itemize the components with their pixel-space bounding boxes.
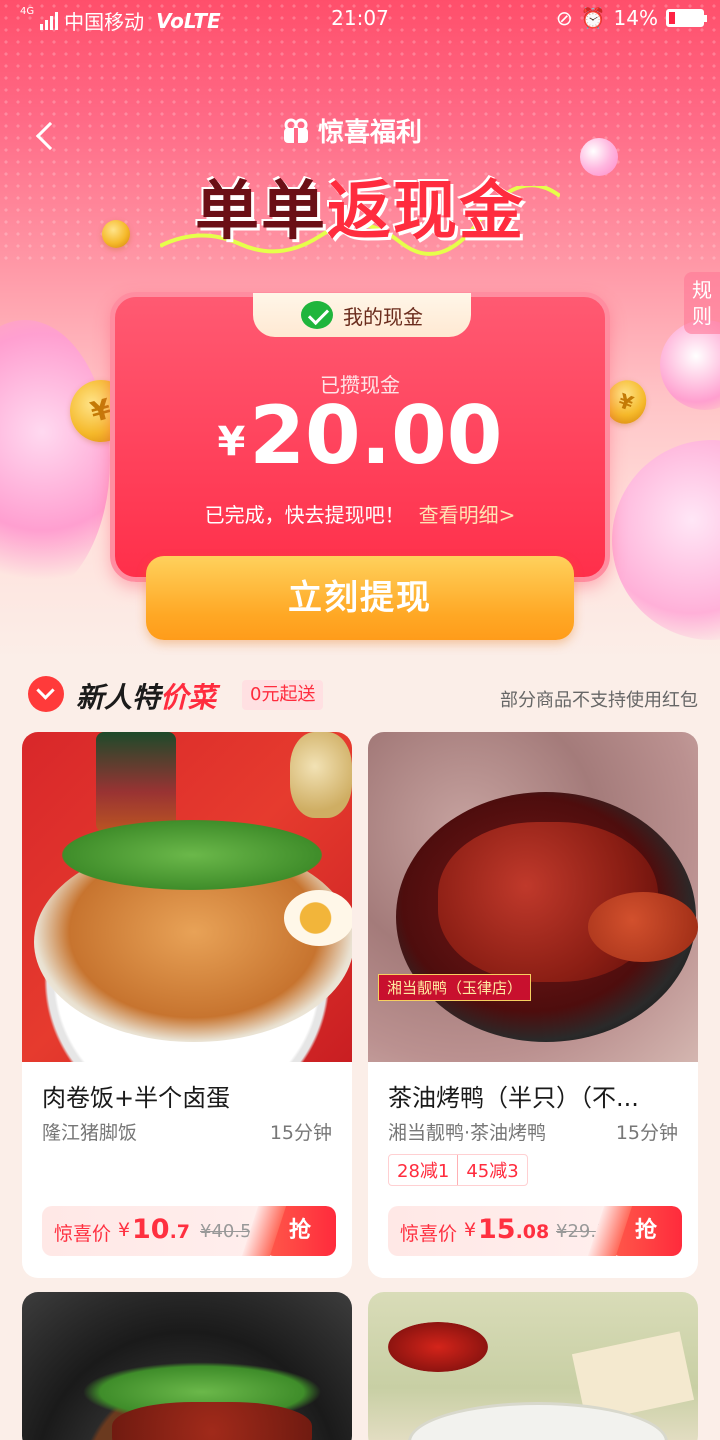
shop-name: 隆江猪脚饭 xyxy=(42,1122,138,1144)
product-image xyxy=(22,732,352,1062)
original-price: ¥40.5 xyxy=(200,1221,252,1242)
min-order-badge: 0元起送 xyxy=(242,680,324,710)
currency-symbol: ¥ xyxy=(118,1219,131,1241)
product-name: 茶油烤鸭（半只）（不... xyxy=(388,1084,639,1112)
price-label: 惊喜价 xyxy=(400,1223,458,1245)
product-card[interactable]: 湘当靓鸭（玉律店） 茶油烤鸭（半只）（不... 湘当靓鸭·茶油烤鸭 15分钟 2… xyxy=(368,732,698,1278)
discount-tag: 45减3 xyxy=(457,1155,526,1185)
section-title: 新人特价菜 xyxy=(76,676,216,716)
gift-icon xyxy=(282,118,310,144)
cash-amount-value: 20.00 xyxy=(249,389,503,482)
delivery-time: 15分钟 xyxy=(615,1122,678,1144)
wechat-pay-icon xyxy=(301,301,333,329)
section-title-a: 新人特 xyxy=(76,681,161,714)
cash-status-text: 已完成，快去提现吧！ xyxy=(204,503,405,527)
back-arrow-icon xyxy=(35,121,65,151)
grab-label: 抢 xyxy=(634,1218,657,1243)
price-label: 惊喜价 xyxy=(54,1223,112,1245)
price-bar: 惊喜价 ¥ 15.08 ¥29.5 抢 xyxy=(388,1206,682,1256)
product-card[interactable] xyxy=(368,1292,698,1440)
product-image xyxy=(22,1292,352,1440)
product-name: 肉卷饭+半个卤蛋 xyxy=(42,1084,231,1112)
battery-percent: 14% xyxy=(613,6,658,30)
discount-tags: 28减1 45减3 xyxy=(388,1154,528,1186)
price-value: 10.7 xyxy=(132,1214,190,1245)
delivery-time: 15分钟 xyxy=(269,1122,332,1144)
price-dec: .08 xyxy=(515,1221,550,1243)
decor-bubble xyxy=(612,440,720,640)
shop-name: 湘当靓鸭·茶油烤鸭 xyxy=(388,1122,547,1144)
chili-sauce xyxy=(388,1322,488,1372)
rules-button[interactable]: 规则 xyxy=(684,272,720,334)
headline-part1: 单单 xyxy=(195,175,327,249)
grab-label: 抢 xyxy=(288,1218,311,1243)
section-title-b: 价菜 xyxy=(160,681,217,714)
product-image xyxy=(368,1292,698,1440)
decor-ornament xyxy=(290,732,352,818)
price-int: 10 xyxy=(132,1214,170,1245)
price-int: 15 xyxy=(478,1214,516,1245)
withdraw-button[interactable]: 立刻提现 xyxy=(146,556,574,640)
alarm-icon: ⏰ xyxy=(580,6,606,30)
price-dec: .7 xyxy=(169,1221,191,1243)
coin-icon xyxy=(102,220,130,248)
currency-symbol: ¥ xyxy=(217,419,246,465)
section-header: 新人特价菜 0元起送 部分商品不支持使用红包 xyxy=(28,674,698,714)
brand-title: 惊喜福利 xyxy=(282,112,422,149)
section-note: 部分商品不支持使用红包 xyxy=(500,690,698,711)
braised-meat xyxy=(112,1402,312,1440)
grab-button[interactable]: 抢 xyxy=(610,1206,682,1256)
battery-icon xyxy=(666,9,707,27)
discount-tag: 28减1 xyxy=(397,1161,450,1182)
product-image: 湘当靓鸭（玉律店） xyxy=(368,732,698,1062)
view-details-link[interactable]: 查看明细> xyxy=(419,503,516,527)
duck-leg xyxy=(588,892,698,962)
price-bar: 惊喜价 ¥ 10.7 ¥40.5 抢 xyxy=(42,1206,336,1256)
decor-bubble xyxy=(0,320,110,600)
download-badge-icon xyxy=(28,676,64,712)
status-bar: 4G 中国移动 VoLTE 21:07 ⊘ ⏰ 14% xyxy=(0,0,720,38)
cash-card: 我的现金 已攒现金 ¥20.00 已完成，快去提现吧！ 查看明细> xyxy=(110,292,610,582)
rotation-lock-icon: ⊘ xyxy=(555,6,573,30)
headline-part2: 返现金 xyxy=(327,175,525,249)
greens xyxy=(62,820,322,890)
currency-symbol: ¥ xyxy=(464,1219,477,1241)
cash-amount: ¥20.00 xyxy=(115,389,605,482)
cash-card-tab-label: 我的现金 xyxy=(343,304,423,329)
grab-button[interactable]: 抢 xyxy=(264,1206,336,1256)
price-value: 15.08 xyxy=(478,1214,549,1245)
back-button[interactable] xyxy=(30,118,65,154)
decor-jar xyxy=(96,732,176,832)
brand-label: 惊喜福利 xyxy=(318,118,423,148)
egg xyxy=(284,890,352,946)
cash-card-tab: 我的现金 xyxy=(253,293,471,337)
product-card[interactable]: 肉卷饭+半个卤蛋 隆江猪脚饭 15分钟 惊喜价 ¥ 10.7 ¥40.5 抢 xyxy=(22,732,352,1278)
cash-status: 已完成，快去提现吧！ 查看明细> xyxy=(115,499,605,528)
product-card[interactable] xyxy=(22,1292,352,1440)
image-shop-tag: 湘当靓鸭（玉律店） xyxy=(378,974,532,1001)
